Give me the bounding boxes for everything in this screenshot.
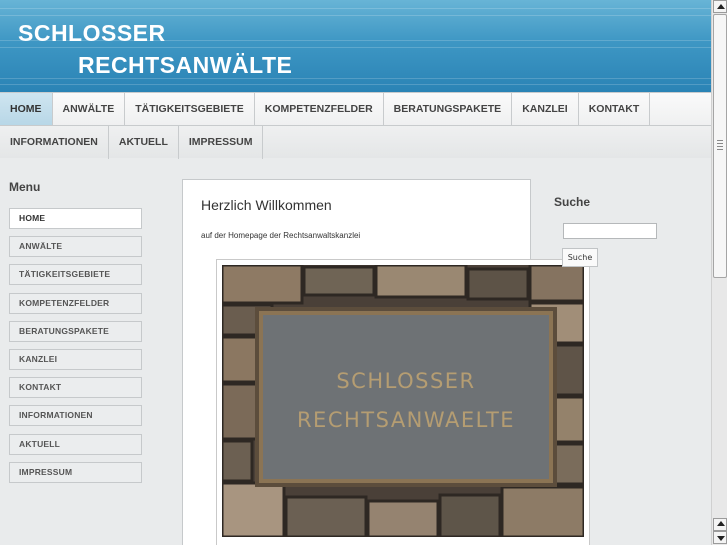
nav-item-taetigkeitsgebiete[interactable]: TÄTIGKEITSGEBIETE — [125, 93, 255, 125]
search-input[interactable] — [563, 223, 657, 239]
sidebar-item-home[interactable]: HOME — [9, 208, 142, 229]
sidebar-item-kanzlei[interactable]: KANZLEI — [9, 348, 142, 370]
site-header: SCHLOSSER RECHTSANWÄLTE — [0, 0, 711, 92]
sidebar-item-kontakt[interactable]: KONTAKT — [9, 377, 142, 399]
sidebar-item-kompetenzfelder[interactable]: KOMPETENZFELDER — [9, 292, 142, 314]
sidebar-item-beratungspakete[interactable]: BERATUNGSPAKETE — [9, 320, 142, 342]
sidebar-menu: HOME ANWÄLTE TÄTIGKEITSGEBIETE KOMPETENZ… — [9, 208, 142, 490]
plaque-line2: RECHTSANWAELTE — [297, 408, 515, 432]
sidebar-item-aktuell[interactable]: AKTUELL — [9, 433, 142, 455]
logo-line1[interactable]: SCHLOSSER — [18, 20, 166, 47]
search-button[interactable]: Suche — [562, 248, 598, 267]
nav-item-impressum[interactable]: IMPRESSUM — [179, 126, 264, 159]
main-navigation: HOME ANWÄLTE TÄTIGKEITSGEBIETE KOMPETENZ… — [0, 92, 711, 159]
sidebar-item-impressum[interactable]: IMPRESSUM — [9, 461, 142, 483]
logo-line2[interactable]: RECHTSANWÄLTE — [78, 52, 292, 79]
arrow-up-icon[interactable] — [713, 518, 727, 531]
plaque-line1: SCHLOSSER — [336, 369, 475, 393]
intro-text: auf der Homepage der Rechtsanwaltskanzle… — [201, 231, 361, 240]
scrollbar-thumb[interactable] — [713, 14, 727, 278]
nav-item-kanzlei[interactable]: KANZLEI — [512, 93, 579, 125]
nav-item-kompetenzfelder[interactable]: KOMPETENZFELDER — [255, 93, 384, 125]
sidebar-item-informationen[interactable]: INFORMATIONEN — [9, 405, 142, 427]
nav-item-kontakt[interactable]: KONTAKT — [579, 93, 651, 125]
vertical-scrollbar[interactable] — [711, 0, 727, 545]
nav-item-home[interactable]: HOME — [0, 93, 53, 125]
main-content: Herzlich Willkommen auf der Homepage der… — [182, 179, 590, 545]
sidebar-title: Menu — [9, 180, 41, 194]
nav-item-aktuell[interactable]: AKTUELL — [109, 126, 179, 159]
plaque-image: SCHLOSSER RECHTSANWAELTE — [222, 265, 584, 537]
plaque-photo: SCHLOSSER RECHTSANWAELTE — [216, 259, 590, 545]
sidebar-item-anwaelte[interactable]: ANWÄLTE — [9, 236, 142, 258]
sidebar-item-taetigkeitsgebiete[interactable]: TÄTIGKEITSGEBIETE — [9, 264, 142, 286]
grip-icon — [717, 140, 723, 152]
nav-item-anwaelte[interactable]: ANWÄLTE — [53, 93, 126, 125]
nav-item-informationen[interactable]: INFORMATIONEN — [0, 126, 109, 159]
page-title: Herzlich Willkommen — [201, 197, 332, 213]
arrow-down-icon[interactable] — [713, 531, 727, 544]
search-title: Suche — [554, 195, 591, 209]
nav-item-beratungspakete[interactable]: BERATUNGSPAKETE — [384, 93, 513, 125]
arrow-up-icon[interactable] — [713, 0, 727, 13]
